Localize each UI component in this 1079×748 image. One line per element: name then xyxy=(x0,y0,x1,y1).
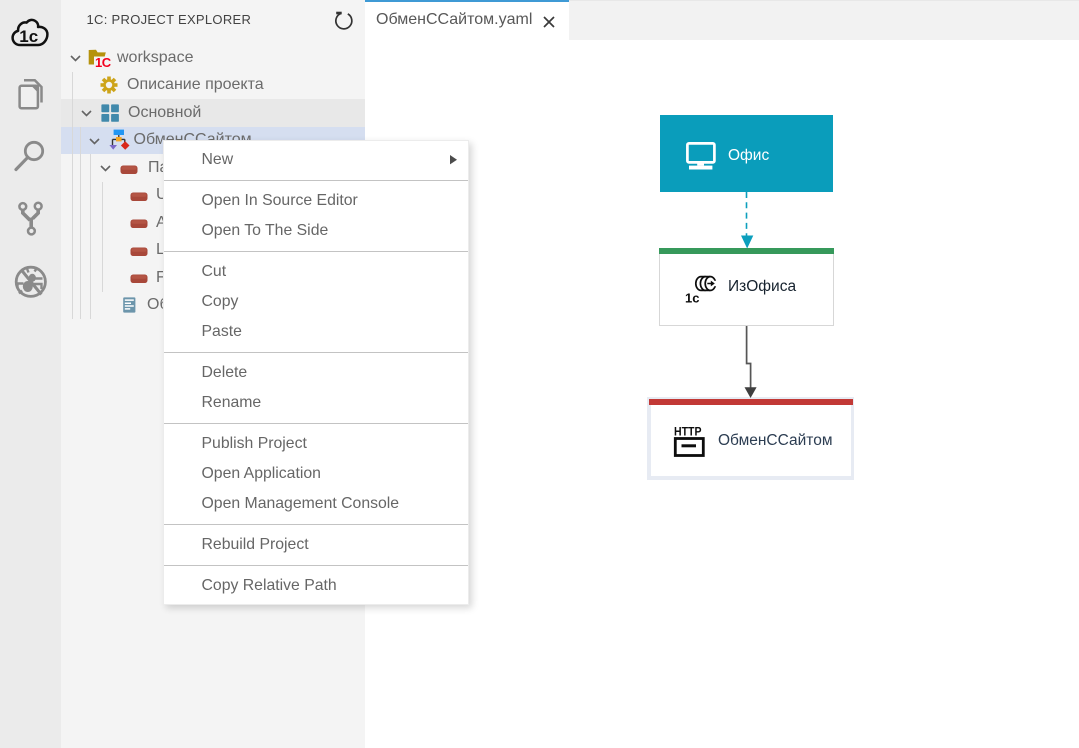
svg-text:1с: 1с xyxy=(685,291,699,306)
svg-text:HTTP: HTTP xyxy=(674,427,702,439)
svg-text:1C: 1C xyxy=(95,55,112,70)
svg-text:1с: 1с xyxy=(19,27,38,46)
